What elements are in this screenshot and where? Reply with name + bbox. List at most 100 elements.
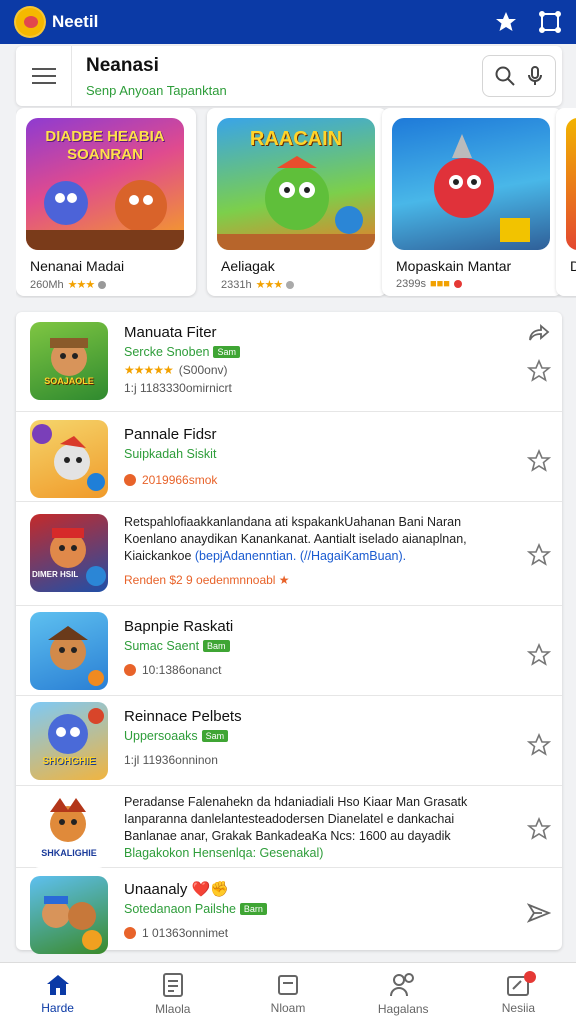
favorite-button[interactable] <box>526 448 552 474</box>
send-icon <box>527 903 551 923</box>
badge: Bam <box>203 640 230 652</box>
nav-documents[interactable]: Mlaola <box>115 963 230 1024</box>
badge: Sam <box>213 346 240 358</box>
star-outline-icon <box>527 543 551 566</box>
game-description: Banlanae anar, Grakak BankadeaKa Ncs: 16… <box>124 829 451 843</box>
description-link[interactable]: Blagakokon Hensenlqa: Gesenakal) <box>124 845 524 862</box>
rating-stars: ★★★★★ <box>124 363 174 377</box>
description-link[interactable]: (bepjAdanenntian. (//HagaiKamBuan). <box>195 549 406 563</box>
featured-name: Nenanai Madai <box>30 258 125 274</box>
game-thumbnail-art <box>50 338 88 376</box>
featured-card[interactable]: D <box>556 108 576 296</box>
game-thumbnail-art <box>48 626 104 686</box>
game-description: Ianparanna danlelantesteadodersen Dianel… <box>124 812 455 826</box>
game-art-text: DIADBE HEABIA SOANRAN <box>45 128 165 163</box>
favorite-button[interactable] <box>526 642 552 668</box>
crop-icon <box>539 11 561 33</box>
share-button[interactable] <box>526 320 552 346</box>
game-description: Kiaickankoe <box>124 549 192 563</box>
favorite-button[interactable] <box>526 816 552 842</box>
game-thumbnail-art <box>48 708 104 754</box>
game-title: Pannale Fidsr <box>124 426 217 443</box>
dot-icon <box>286 280 295 289</box>
nav-label: Nesiia <box>501 1000 536 1015</box>
thumbnail-text: SHOHGHIE <box>42 756 96 767</box>
game-meta: 1:jl 11936onninon <box>124 753 218 767</box>
game-title: Bapnpie Raskati <box>124 618 234 635</box>
app-bar: Neetil <box>0 0 576 44</box>
list-item[interactable]: Bapnpie Raskati Sumac Saent Bam 10:1386on… <box>16 606 562 696</box>
rating-stars: ★★★ <box>255 279 284 291</box>
featured-card[interactable]: DIADBE HEABIA SOANRAN Nenanai Madai 260M… <box>16 108 196 296</box>
game-meta: 1:j 1183330omirnicrt <box>124 381 232 395</box>
game-meta: 10:1386onanct <box>142 663 222 677</box>
nav-label: Nloam <box>270 1000 306 1015</box>
list-item[interactable]: SHOHGHIE Reinnace Pelbets Uppersoaaks Sam… <box>16 696 562 786</box>
list-item[interactable]: SOAJAOLE Manuata Fiter Sercke Snoben Sam … <box>16 312 562 412</box>
featured-name: D <box>570 258 576 274</box>
game-thumbnail <box>30 612 108 690</box>
favorites-button[interactable] <box>488 4 524 40</box>
fullscreen-button[interactable] <box>532 4 568 40</box>
favorite-button[interactable] <box>526 542 552 568</box>
search-box[interactable] <box>482 55 556 97</box>
nav-label: Harde <box>41 1000 74 1015</box>
featured-game-art <box>566 118 576 250</box>
game-subtitle: Sumac Saent <box>124 639 200 653</box>
rating-text: (S00onv) <box>178 363 228 377</box>
page-header: Neanasi Senp Anyoan Tapanktan <box>16 46 562 106</box>
featured-game-art: RAACAIN <box>217 118 375 250</box>
home-icon <box>46 974 69 995</box>
game-description: Peradanse Falenahekn da hdaniadiali Hso … <box>124 795 468 809</box>
game-description: Koenlano anaydikan Kanankanat. Aantialt … <box>124 532 467 546</box>
list-item[interactable]: SHKALIGHIE Peradanse Falenahekn da hdani… <box>16 786 562 868</box>
game-meta: Renden $2 9 oedenmnnoabl ★ <box>124 573 290 587</box>
featured-card[interactable]: RAACAIN Aeliagak 2331h ★★★ <box>207 108 387 296</box>
nav-label: Hagalans <box>377 1001 429 1016</box>
featured-game-art: DIADBE HEABIA SOANRAN <box>26 118 184 250</box>
featured-meta: 260Mh ★★★ <box>30 278 107 291</box>
nav-people[interactable]: Hagalans <box>346 963 461 1024</box>
list-item[interactable]: Pannale Fidsr Suipkadah Siskit 2019966sm… <box>16 412 562 502</box>
nav-home[interactable]: Harde <box>0 963 115 1024</box>
bottom-nav: Harde Mlaola Nloam Hagalans Nesiia <box>0 962 576 1024</box>
star-outline-icon <box>527 643 551 666</box>
rating-stars: ★★★ <box>67 279 96 291</box>
thumbnail-text: DIMER HSIL <box>32 570 79 579</box>
square-icon <box>278 974 298 995</box>
game-thumbnail-art <box>50 528 106 586</box>
nav-square[interactable]: Nloam <box>230 963 345 1024</box>
search-icon[interactable] <box>494 65 516 87</box>
featured-name: Mopaskain Mantar <box>396 258 512 274</box>
thumbnail-text: SOAJAOLE <box>44 376 94 386</box>
dot-icon <box>98 280 107 289</box>
featured-count: 260Mh <box>30 278 64 291</box>
featured-meta: 2399s ■■■ <box>396 278 462 290</box>
list-item[interactable]: Unaanaly ❤️✊ Sotedanaon Pailshe Barn 1 01… <box>16 868 562 954</box>
game-title: Unaanaly <box>124 881 188 898</box>
send-button[interactable] <box>526 900 552 926</box>
nav-news[interactable]: Nesiia <box>461 963 576 1024</box>
menu-button[interactable] <box>16 46 72 106</box>
game-meta: 2019966smok <box>142 473 218 487</box>
document-icon <box>162 972 183 997</box>
app-logo-icon[interactable] <box>14 6 46 38</box>
favorite-button[interactable] <box>526 358 552 384</box>
favorite-button[interactable] <box>526 732 552 758</box>
microphone-icon[interactable] <box>526 64 544 88</box>
game-title: Manuata Fiter <box>124 324 217 341</box>
featured-card[interactable]: Mopaskain Mantar 2399s ■■■ <box>382 108 562 296</box>
game-thumbnail: SOAJAOLE <box>30 322 108 400</box>
game-art-image <box>434 134 530 242</box>
status-dot-icon <box>124 474 136 486</box>
game-list: SOAJAOLE Manuata Fiter Sercke Snoben Sam … <box>16 312 562 954</box>
emoji-icon: ❤️✊ <box>191 881 229 898</box>
game-subtitle: Suipkadah Siskit <box>124 447 217 461</box>
nav-label: Mlaola <box>155 1001 191 1016</box>
game-thumbnail-art <box>42 896 102 950</box>
badge: Barn <box>239 903 267 915</box>
game-title: Reinnace Pelbets <box>124 708 242 725</box>
list-item[interactable]: DIMER HSIL Retspahlofiaakkanlandana ati … <box>16 502 562 606</box>
featured-carousel[interactable]: DIADBE HEABIA SOANRAN Nenanai Madai 260M… <box>16 108 576 298</box>
featured-meta: 2331h ★★★ <box>221 278 295 291</box>
